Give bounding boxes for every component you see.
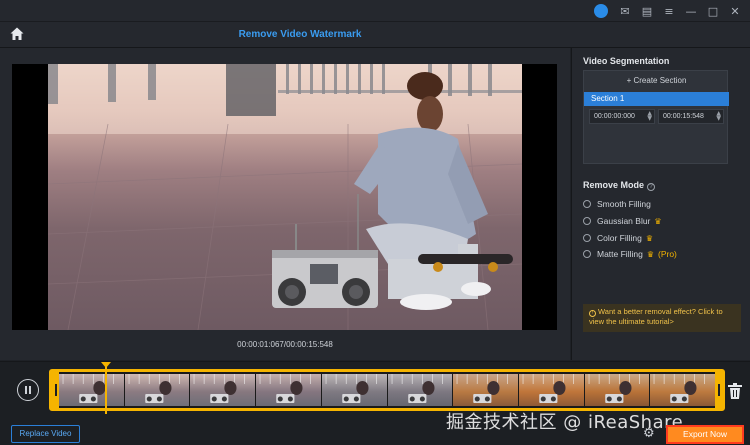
radio-icon[interactable] (583, 200, 591, 208)
segmentation-box: + Create Section Section 1 00:00:00:000 … (583, 70, 729, 164)
window-titlebar: ✉ ▤ ≡ — □ ✕ (0, 0, 750, 22)
mail-icon[interactable]: ✉ (616, 2, 634, 20)
timeline-panel: Replace Video 掘金技术社区 @ iReaShare ⚙ Expor… (0, 361, 750, 445)
timeline-thumbnail (453, 374, 518, 406)
pause-button[interactable] (17, 379, 39, 401)
app-header: Remove Video Watermark (0, 22, 750, 48)
minimize-icon[interactable]: — (682, 2, 700, 20)
tutorial-tip-text: Want a better removal effect? Click to v… (589, 307, 723, 326)
crown-icon: ♛ (646, 249, 654, 259)
mode-option-color-filling[interactable]: Color Filling ♛ (583, 233, 653, 243)
mode-option-smooth-filling[interactable]: Smooth Filling (583, 199, 651, 209)
start-time-stepper-icon[interactable]: ▲ ▼ (647, 111, 652, 122)
playback-timecode: 00:00:01:067/00:00:15:548 (237, 340, 333, 349)
timeline-thumbnail (321, 374, 387, 406)
start-time-value: 00:00:00:000 (594, 113, 635, 120)
playhead[interactable] (100, 362, 111, 414)
thumbnail-strip (59, 374, 716, 406)
gear-icon[interactable]: ⚙ (643, 427, 657, 441)
page-title: Remove Video Watermark (238, 29, 362, 40)
crown-icon: ♛ (645, 233, 654, 243)
preview-panel: 00:00:01:067/00:00:15:548 (0, 48, 570, 360)
feedback-icon[interactable]: ▤ (638, 2, 656, 20)
mode-option-label: Smooth Filling (597, 199, 651, 209)
mode-option-matte-filling[interactable]: Matte Filling ♛ (Pro) (583, 249, 677, 259)
info-icon: ! (589, 310, 596, 317)
replace-video-button[interactable]: Replace Video (11, 425, 80, 443)
radio-icon[interactable] (583, 250, 591, 258)
video-scene (48, 64, 522, 330)
export-now-button[interactable]: Export Now (666, 425, 744, 444)
pro-badge: (Pro) (658, 249, 677, 259)
segmentation-title: Video Segmentation (583, 56, 670, 66)
tutorial-tip[interactable]: ! Want a better removal effect? Click to … (583, 304, 741, 332)
timeline-thumbnail (584, 374, 650, 406)
user-avatar-icon[interactable] (594, 4, 608, 18)
timeline-thumbnail (650, 374, 716, 406)
remove-mode-title: Remove Mode? (583, 180, 656, 191)
radio-icon[interactable] (583, 234, 591, 242)
mode-option-label: Color Filling (597, 233, 642, 243)
timeline-thumbnail (518, 374, 584, 406)
start-time-field[interactable]: 00:00:00:000 ▲ ▼ (589, 109, 655, 124)
timeline-thumbnail (124, 374, 190, 406)
settings-panel: Video Segmentation + Create Section Sect… (571, 48, 750, 360)
create-section-button[interactable]: + Create Section (584, 71, 729, 91)
timeline-thumbnail (59, 374, 124, 406)
trim-end-handle[interactable] (715, 372, 722, 408)
end-time-stepper-icon[interactable]: ▲ ▼ (716, 111, 721, 122)
window-controls: ✉ ▤ ≡ — □ ✕ (594, 2, 744, 20)
mode-option-gaussian-blur[interactable]: Gaussian Blur ♛ (583, 216, 662, 226)
video-frame (48, 64, 522, 330)
end-time-field[interactable]: 00:00:15:548 ▲ ▼ (658, 109, 724, 124)
remove-mode-label: Remove Mode (583, 180, 645, 190)
help-icon[interactable]: ? (647, 183, 656, 191)
maximize-icon[interactable]: □ (704, 2, 722, 20)
mode-option-label: Gaussian Blur (597, 216, 651, 226)
trash-icon[interactable] (727, 382, 743, 400)
timeline-thumbnail (387, 374, 453, 406)
trim-start-handle[interactable] (52, 372, 59, 408)
crown-icon: ♛ (654, 216, 662, 226)
video-preview[interactable] (12, 64, 557, 330)
section-item[interactable]: Section 1 (584, 92, 729, 106)
timeline-strip[interactable] (49, 369, 725, 411)
timeline-thumbnail (190, 374, 256, 406)
close-icon[interactable]: ✕ (726, 2, 744, 20)
timeline-thumbnail (256, 374, 321, 406)
mode-option-label: Matte Filling (597, 249, 643, 259)
menu-icon[interactable]: ≡ (660, 2, 678, 20)
radio-icon[interactable] (583, 217, 591, 225)
end-time-value: 00:00:15:548 (663, 113, 704, 120)
